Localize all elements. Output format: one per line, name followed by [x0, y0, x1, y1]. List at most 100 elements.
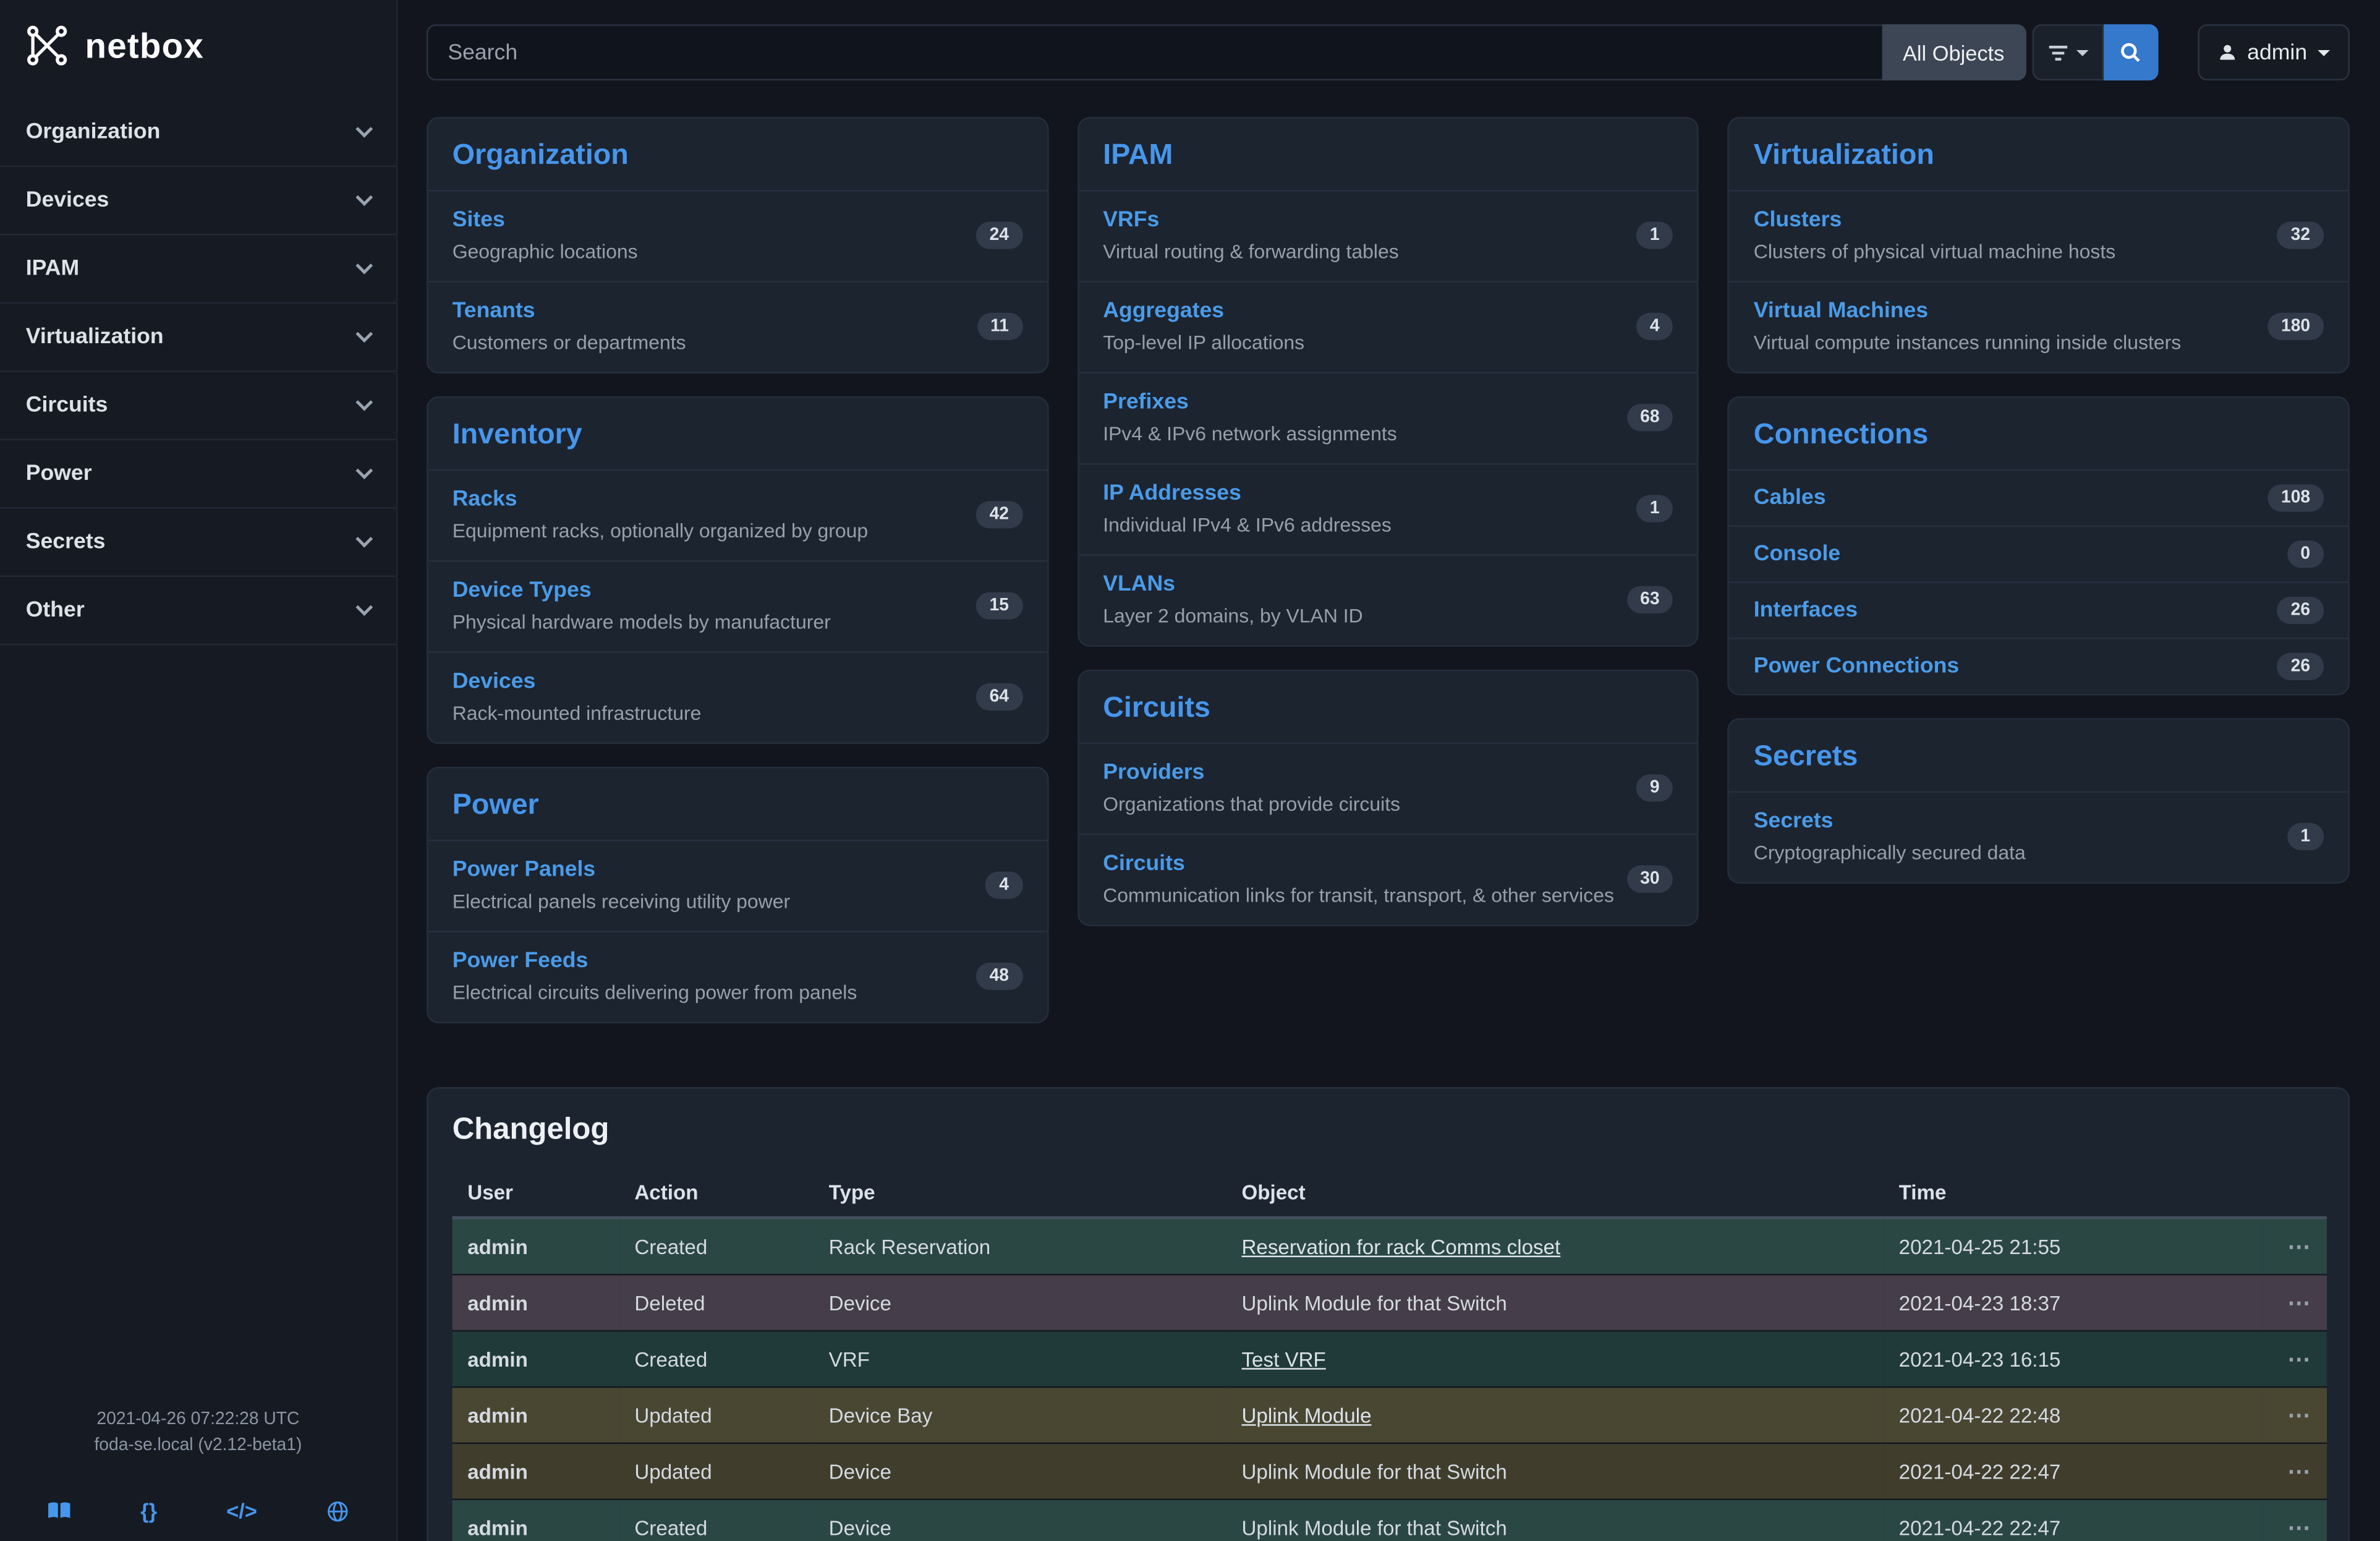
item-link[interactable]: Power Panels: [453, 858, 596, 882]
sidebar-footer: 2021-04-26 07:22:28 UTC foda-se.local (v…: [0, 1407, 396, 1541]
list-item-sites[interactable]: Sites Geographic locations 24: [428, 190, 1047, 281]
changelog-object-link[interactable]: Test VRF: [1241, 1347, 1325, 1370]
sidebar-item-devices[interactable]: Devices: [0, 167, 396, 235]
item-link[interactable]: Secrets: [1754, 809, 1834, 834]
brand[interactable]: netbox: [0, 0, 396, 87]
item-link[interactable]: Console: [1754, 542, 1840, 566]
changelog-object-link[interactable]: Uplink Module: [1241, 1404, 1371, 1427]
item-link[interactable]: Power Connections: [1754, 654, 1959, 678]
sidebar-item-other[interactable]: Other: [0, 577, 396, 645]
card-title: Virtualization: [1729, 119, 2348, 190]
list-item-prefixes[interactable]: Prefixes IPv4 & IPv6 network assignments…: [1079, 372, 1698, 463]
column-3: Virtualization Clusters Clusters of phys…: [1728, 117, 2350, 907]
item-link[interactable]: Circuits: [1103, 852, 1185, 876]
changelog-action: Created: [619, 1218, 814, 1274]
search-icon: [2119, 41, 2142, 64]
item-link[interactable]: Racks: [453, 487, 517, 511]
search-scope-button[interactable]: All Objects: [1882, 24, 2026, 80]
item-link[interactable]: Interfaces: [1754, 598, 1858, 622]
main-content: All Objects admin Organizat: [397, 0, 2380, 1541]
filter-icon: [2047, 43, 2068, 61]
card-title: Secrets: [1729, 720, 2348, 791]
row-actions-ellipsis[interactable]: ⋯: [2287, 1515, 2311, 1541]
list-item-ip-addresses[interactable]: IP Addresses Individual IPv4 & IPv6 addr…: [1079, 463, 1698, 554]
list-item-providers[interactable]: Providers Organizations that provide cir…: [1079, 743, 1698, 834]
row-actions-ellipsis[interactable]: ⋯: [2287, 1234, 2311, 1260]
row-actions-ellipsis[interactable]: ⋯: [2287, 1403, 2311, 1429]
list-item-virtual-machines[interactable]: Virtual Machines Virtual compute instanc…: [1729, 281, 2348, 372]
sidebar-item-label: Virtualization: [26, 325, 164, 349]
card-connections: Connections Cables 108 Console 0 Interfa…: [1728, 396, 2350, 696]
topbar: All Objects admin: [427, 24, 2350, 80]
docs-book-icon[interactable]: [47, 1500, 71, 1521]
search-actions: [2031, 24, 2157, 80]
item-link[interactable]: VRFs: [1103, 208, 1159, 232]
list-item-tenants[interactable]: Tenants Customers or departments 11: [428, 281, 1047, 372]
changelog-header-row: User Action Type Object Time: [453, 1169, 2327, 1218]
col-header-object: Object: [1226, 1169, 1884, 1218]
list-item-vlans[interactable]: VLANs Layer 2 domains, by VLAN ID 63: [1079, 554, 1698, 645]
card-secrets: Secrets Secrets Cryptographically secure…: [1728, 718, 2350, 884]
item-link[interactable]: Virtual Machines: [1754, 299, 1928, 323]
search-submit-button[interactable]: [2103, 24, 2157, 80]
globe-icon[interactable]: [326, 1500, 349, 1522]
item-link[interactable]: Device Types: [453, 578, 592, 602]
sidebar-item-ipam[interactable]: IPAM: [0, 236, 396, 304]
item-link[interactable]: IP Addresses: [1103, 481, 1241, 505]
changelog-object-link[interactable]: Reservation for rack Comms closet: [1241, 1235, 1560, 1258]
list-item-clusters[interactable]: Clusters Clusters of physical virtual ma…: [1729, 190, 2348, 281]
sidebar-menu: Organization Devices IPAM Virtualization…: [0, 99, 396, 646]
count-badge: 180: [2267, 312, 2324, 339]
code-icon[interactable]: </>: [226, 1498, 257, 1522]
api-braces-icon[interactable]: {}: [140, 1498, 157, 1522]
card-title: Organization: [428, 119, 1047, 190]
changelog-row: admin Updated Device Bay Uplink Module 2…: [453, 1387, 2327, 1443]
list-item-console[interactable]: Console 0: [1729, 526, 2348, 582]
sidebar-item-organization[interactable]: Organization: [0, 99, 396, 167]
item-link[interactable]: Power Feeds: [453, 949, 589, 973]
list-item-cables[interactable]: Cables 108: [1729, 469, 2348, 526]
list-item-interfaces[interactable]: Interfaces 26: [1729, 581, 2348, 638]
item-link[interactable]: Cables: [1754, 486, 1826, 510]
item-description: Individual IPv4 & IPv6 addresses: [1103, 513, 1392, 536]
list-item-vrfs[interactable]: VRFs Virtual routing & forwarding tables…: [1079, 190, 1698, 281]
item-description: Electrical panels receiving utility powe…: [453, 890, 790, 913]
sidebar-item-power[interactable]: Power: [0, 440, 396, 508]
chevron-down-icon: [355, 120, 373, 137]
list-item-power-panels[interactable]: Power Panels Electrical panels receiving…: [428, 840, 1047, 931]
sidebar-item-label: Organization: [26, 120, 161, 144]
list-item-racks[interactable]: Racks Equipment racks, optionally organi…: [428, 469, 1047, 560]
item-link[interactable]: Aggregates: [1103, 299, 1224, 323]
search-input[interactable]: [427, 24, 1882, 80]
row-actions-ellipsis[interactable]: ⋯: [2287, 1347, 2311, 1373]
list-item-power-feeds[interactable]: Power Feeds Electrical circuits deliveri…: [428, 931, 1047, 1022]
item-description: Rack-mounted infrastructure: [453, 701, 702, 724]
chevron-down-icon: [355, 598, 373, 615]
count-badge: 1: [1636, 221, 1673, 248]
row-actions-ellipsis[interactable]: ⋯: [2287, 1291, 2311, 1317]
user-menu-button[interactable]: admin: [2197, 24, 2350, 80]
list-item-power-connections[interactable]: Power Connections 26: [1729, 638, 2348, 694]
list-item-secrets[interactable]: Secrets Cryptographically secured data 1: [1729, 791, 2348, 882]
item-description: Cryptographically secured data: [1754, 841, 2026, 864]
item-link[interactable]: Tenants: [453, 299, 535, 323]
card-title: Power: [428, 768, 1047, 839]
item-link[interactable]: Clusters: [1754, 208, 1842, 232]
row-actions-ellipsis[interactable]: ⋯: [2287, 1459, 2311, 1485]
filter-dropdown-button[interactable]: [2031, 24, 2102, 80]
sidebar-item-secrets[interactable]: Secrets: [0, 509, 396, 577]
list-item-circuits[interactable]: Circuits Communication links for transit…: [1079, 834, 1698, 924]
sidebar-item-circuits[interactable]: Circuits: [0, 372, 396, 440]
item-link[interactable]: Prefixes: [1103, 390, 1189, 414]
sidebar-item-virtualization[interactable]: Virtualization: [0, 304, 396, 372]
item-link[interactable]: Providers: [1103, 761, 1204, 785]
card-title: Circuits: [1079, 671, 1698, 742]
changelog-title: Changelog: [428, 1088, 2348, 1166]
item-link[interactable]: Devices: [453, 670, 536, 694]
item-link[interactable]: VLANs: [1103, 573, 1175, 597]
list-item-aggregates[interactable]: Aggregates Top-level IP allocations 4: [1079, 281, 1698, 372]
list-item-device-types[interactable]: Device Types Physical hardware models by…: [428, 560, 1047, 651]
list-item-devices[interactable]: Devices Rack-mounted infrastructure 64: [428, 651, 1047, 742]
changelog-user: admin: [453, 1274, 619, 1331]
item-link[interactable]: Sites: [453, 208, 505, 232]
